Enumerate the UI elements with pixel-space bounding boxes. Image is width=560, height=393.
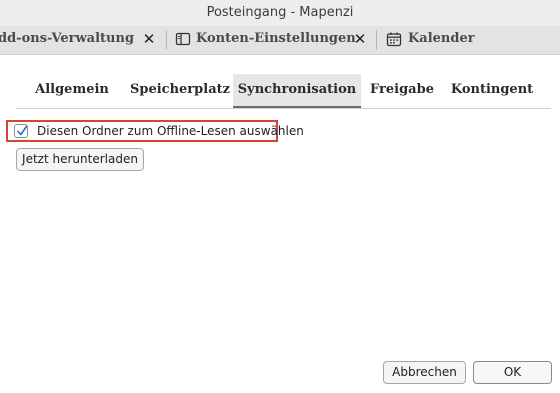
tab-strip: dd-ons-Verwaltung ✕ Konten-Einstellungen…: [0, 26, 560, 55]
close-icon[interactable]: ✕: [141, 31, 157, 47]
tab-storage[interactable]: Speicherplatz: [124, 74, 236, 108]
sidebar-panel-icon: [175, 31, 191, 47]
offline-checkbox-label[interactable]: Diesen Ordner zum Offline-Lesen auswähle…: [37, 122, 304, 140]
tab-account-settings[interactable]: Konten-Einstellungen: [196, 26, 356, 52]
tab-sharing[interactable]: Freigabe: [368, 74, 436, 108]
checkmark-icon: [17, 125, 28, 136]
tab-quota[interactable]: Kontingent: [450, 74, 534, 108]
window-title-bar: Posteingang - Mapenzi: [0, 0, 560, 26]
folder-properties-tabs: Allgemein Speicherplatz Synchronisation …: [16, 74, 551, 109]
tab-divider: [166, 30, 167, 50]
tab-divider: [376, 30, 377, 50]
offline-checkbox[interactable]: [14, 124, 28, 138]
calendar-icon: [386, 31, 402, 47]
download-now-button[interactable]: Jetzt herunterladen: [16, 148, 144, 171]
close-icon[interactable]: ✕: [352, 31, 368, 47]
cancel-button[interactable]: Abbrechen: [383, 361, 466, 384]
window-title: Posteingang - Mapenzi: [206, 5, 354, 20]
tab-addons-manager[interactable]: dd-ons-Verwaltung: [0, 26, 134, 52]
ok-button[interactable]: OK: [473, 361, 552, 384]
tab-synchronization[interactable]: Synchronisation: [233, 74, 361, 108]
tab-calendar[interactable]: Kalender: [408, 26, 475, 52]
tab-general[interactable]: Allgemein: [30, 74, 114, 108]
